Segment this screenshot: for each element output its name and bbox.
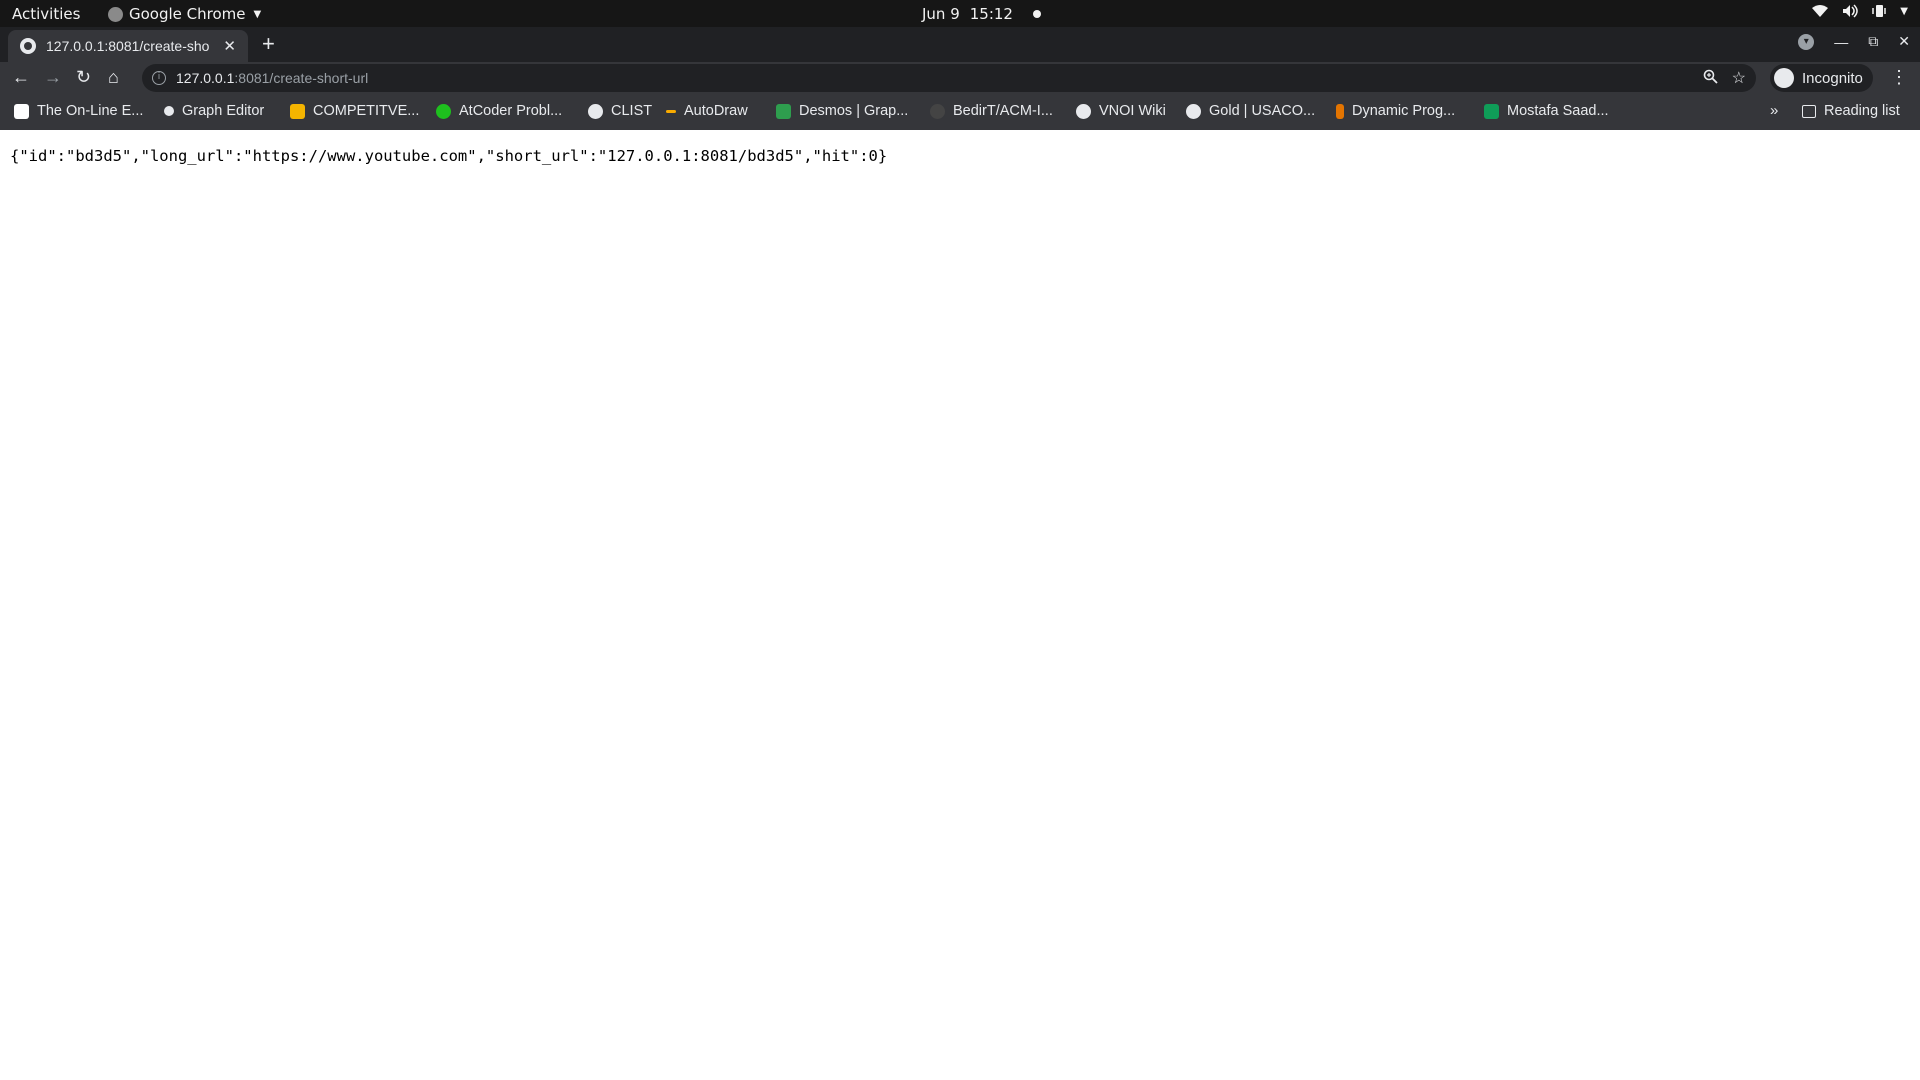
volume-icon <box>1843 4 1859 18</box>
bookmark-item[interactable]: BedirT/ACM-I... <box>930 103 1053 119</box>
wifi-icon <box>1812 5 1829 17</box>
address-bar[interactable]: i 127.0.0.1 :8081/create-short-url ☆ <box>142 64 1756 92</box>
reading-list-label: Reading list <box>1824 103 1900 119</box>
bookmark-item[interactable]: Mostafa Saad... <box>1484 103 1609 119</box>
close-tab-icon[interactable]: ✕ <box>223 37 236 55</box>
google-drive-icon <box>290 103 305 119</box>
caret-down-icon: ▼ <box>253 8 262 20</box>
home-icon[interactable]: ⌂ <box>108 67 119 88</box>
bookmark-item[interactable]: COMPETITVE... <box>290 103 419 119</box>
bookmark-label: CLIST <box>611 103 653 119</box>
desmos-icon <box>776 103 791 119</box>
chrome-menu-icon[interactable]: ⋮ <box>1890 67 1908 88</box>
tab-search-icon[interactable]: ▾ <box>1798 33 1815 50</box>
bookmark-label: AutoDraw <box>684 103 748 119</box>
site-info-icon[interactable]: i <box>152 71 166 85</box>
bookmark-item[interactable]: Dynamic Prog... <box>1336 103 1455 119</box>
bookmark-star-icon[interactable]: ☆ <box>1732 68 1746 88</box>
bookmark-item[interactable]: CLIST <box>588 103 652 119</box>
bookmark-label: Gold | USACO... <box>1209 103 1316 119</box>
clock-time: 15:12 <box>969 5 1013 23</box>
tab-title: 127.0.0.1:8081/create-sho <box>46 38 210 54</box>
bookmark-label: Dynamic Prog... <box>1352 103 1456 119</box>
url-host: 127.0.0.1 <box>176 70 235 86</box>
bookmark-item[interactable]: AutoDraw <box>666 103 748 119</box>
zoom-icon[interactable] <box>1703 69 1718 84</box>
bookmark-label: Graph Editor <box>182 103 265 119</box>
clock-date: Jun 9 <box>922 5 960 23</box>
tab-create-short-url[interactable]: 127.0.0.1:8081/create-sho ✕ <box>8 30 248 62</box>
activities-button[interactable]: Activities <box>12 5 80 23</box>
bookmark-label: AtCoder Probl... <box>459 103 563 119</box>
google-sheets-icon <box>1484 103 1499 119</box>
system-menu-caret-icon: ▼ <box>1900 5 1908 17</box>
clock[interactable]: Jun 9 15:12 <box>922 5 1041 23</box>
minimize-icon[interactable]: — <box>1834 34 1848 50</box>
bookmark-label: BedirT/ACM-I... <box>953 103 1053 119</box>
bookmark-item[interactable]: The On-Line E... <box>14 103 143 119</box>
bookmark-label: VNOI Wiki <box>1099 103 1166 119</box>
usaco-icon <box>1186 103 1201 119</box>
phone-icon <box>1872 5 1887 17</box>
reading-list-button[interactable]: Reading list <box>1802 103 1900 119</box>
maximize-icon[interactable]: ⧉ <box>1868 33 1878 50</box>
bookmark-label: COMPETITVE... <box>313 103 420 119</box>
atcoder-icon <box>436 103 451 119</box>
notification-dot-icon <box>1032 10 1041 18</box>
window-controls: ▾ — ⧉ ✕ <box>1798 33 1910 50</box>
bookmark-item[interactable]: Graph Editor <box>164 103 264 119</box>
tab-strip: 127.0.0.1:8081/create-sho ✕ + ▾ — ⧉ ✕ <box>0 27 1920 62</box>
incognito-icon <box>1774 68 1794 88</box>
bookmark-item[interactable]: Gold | USACO... <box>1186 103 1315 119</box>
reload-icon[interactable]: ↻ <box>76 67 91 88</box>
globe-icon <box>20 38 36 54</box>
oeis-icon <box>14 103 29 119</box>
new-tab-button[interactable]: + <box>262 31 275 57</box>
dp-icon <box>1336 103 1344 119</box>
incognito-profile-button[interactable]: Incognito <box>1770 64 1873 92</box>
bookmark-item[interactable]: Desmos | Grap... <box>776 103 908 119</box>
chrome-icon <box>108 6 123 22</box>
bookmarks-overflow-button[interactable]: » <box>1770 102 1778 119</box>
bookmark-item[interactable]: AtCoder Probl... <box>436 103 562 119</box>
os-top-bar: Activities Google Chrome ▼ Jun 9 15:12 ▼ <box>0 0 1920 27</box>
bookmark-item[interactable]: VNOI Wiki <box>1076 103 1166 119</box>
graph-editor-icon <box>164 106 174 116</box>
autodraw-icon <box>666 109 676 113</box>
bookmark-label: Desmos | Grap... <box>799 103 909 119</box>
github-icon <box>930 103 945 119</box>
bookmark-label: Mostafa Saad... <box>1507 103 1609 119</box>
bookmark-label: The On-Line E... <box>37 103 144 119</box>
globe-icon <box>588 103 603 119</box>
forward-arrow-icon[interactable]: → <box>44 67 62 88</box>
back-arrow-icon[interactable]: ← <box>12 67 30 88</box>
app-menu-label: Google Chrome <box>129 5 246 23</box>
browser-toolbar: ← → ↻ ⌂ i 127.0.0.1 :8081/create-short-u… <box>0 62 1920 94</box>
app-menu[interactable]: Google Chrome ▼ <box>108 5 261 23</box>
json-response-text: {"id":"bd3d5","long_url":"https://www.yo… <box>10 147 888 165</box>
url-path: :8081/create-short-url <box>234 70 369 86</box>
profile-label: Incognito <box>1802 69 1863 87</box>
reading-list-icon <box>1802 104 1816 118</box>
globe-icon <box>1076 103 1091 119</box>
system-tray[interactable]: ▼ <box>1812 4 1908 18</box>
close-window-icon[interactable]: ✕ <box>1898 33 1910 50</box>
page-content: {"id":"bd3d5","long_url":"https://www.yo… <box>0 130 1920 1080</box>
bookmarks-bar: The On-Line E... Graph Editor COMPETITVE… <box>0 94 1920 130</box>
